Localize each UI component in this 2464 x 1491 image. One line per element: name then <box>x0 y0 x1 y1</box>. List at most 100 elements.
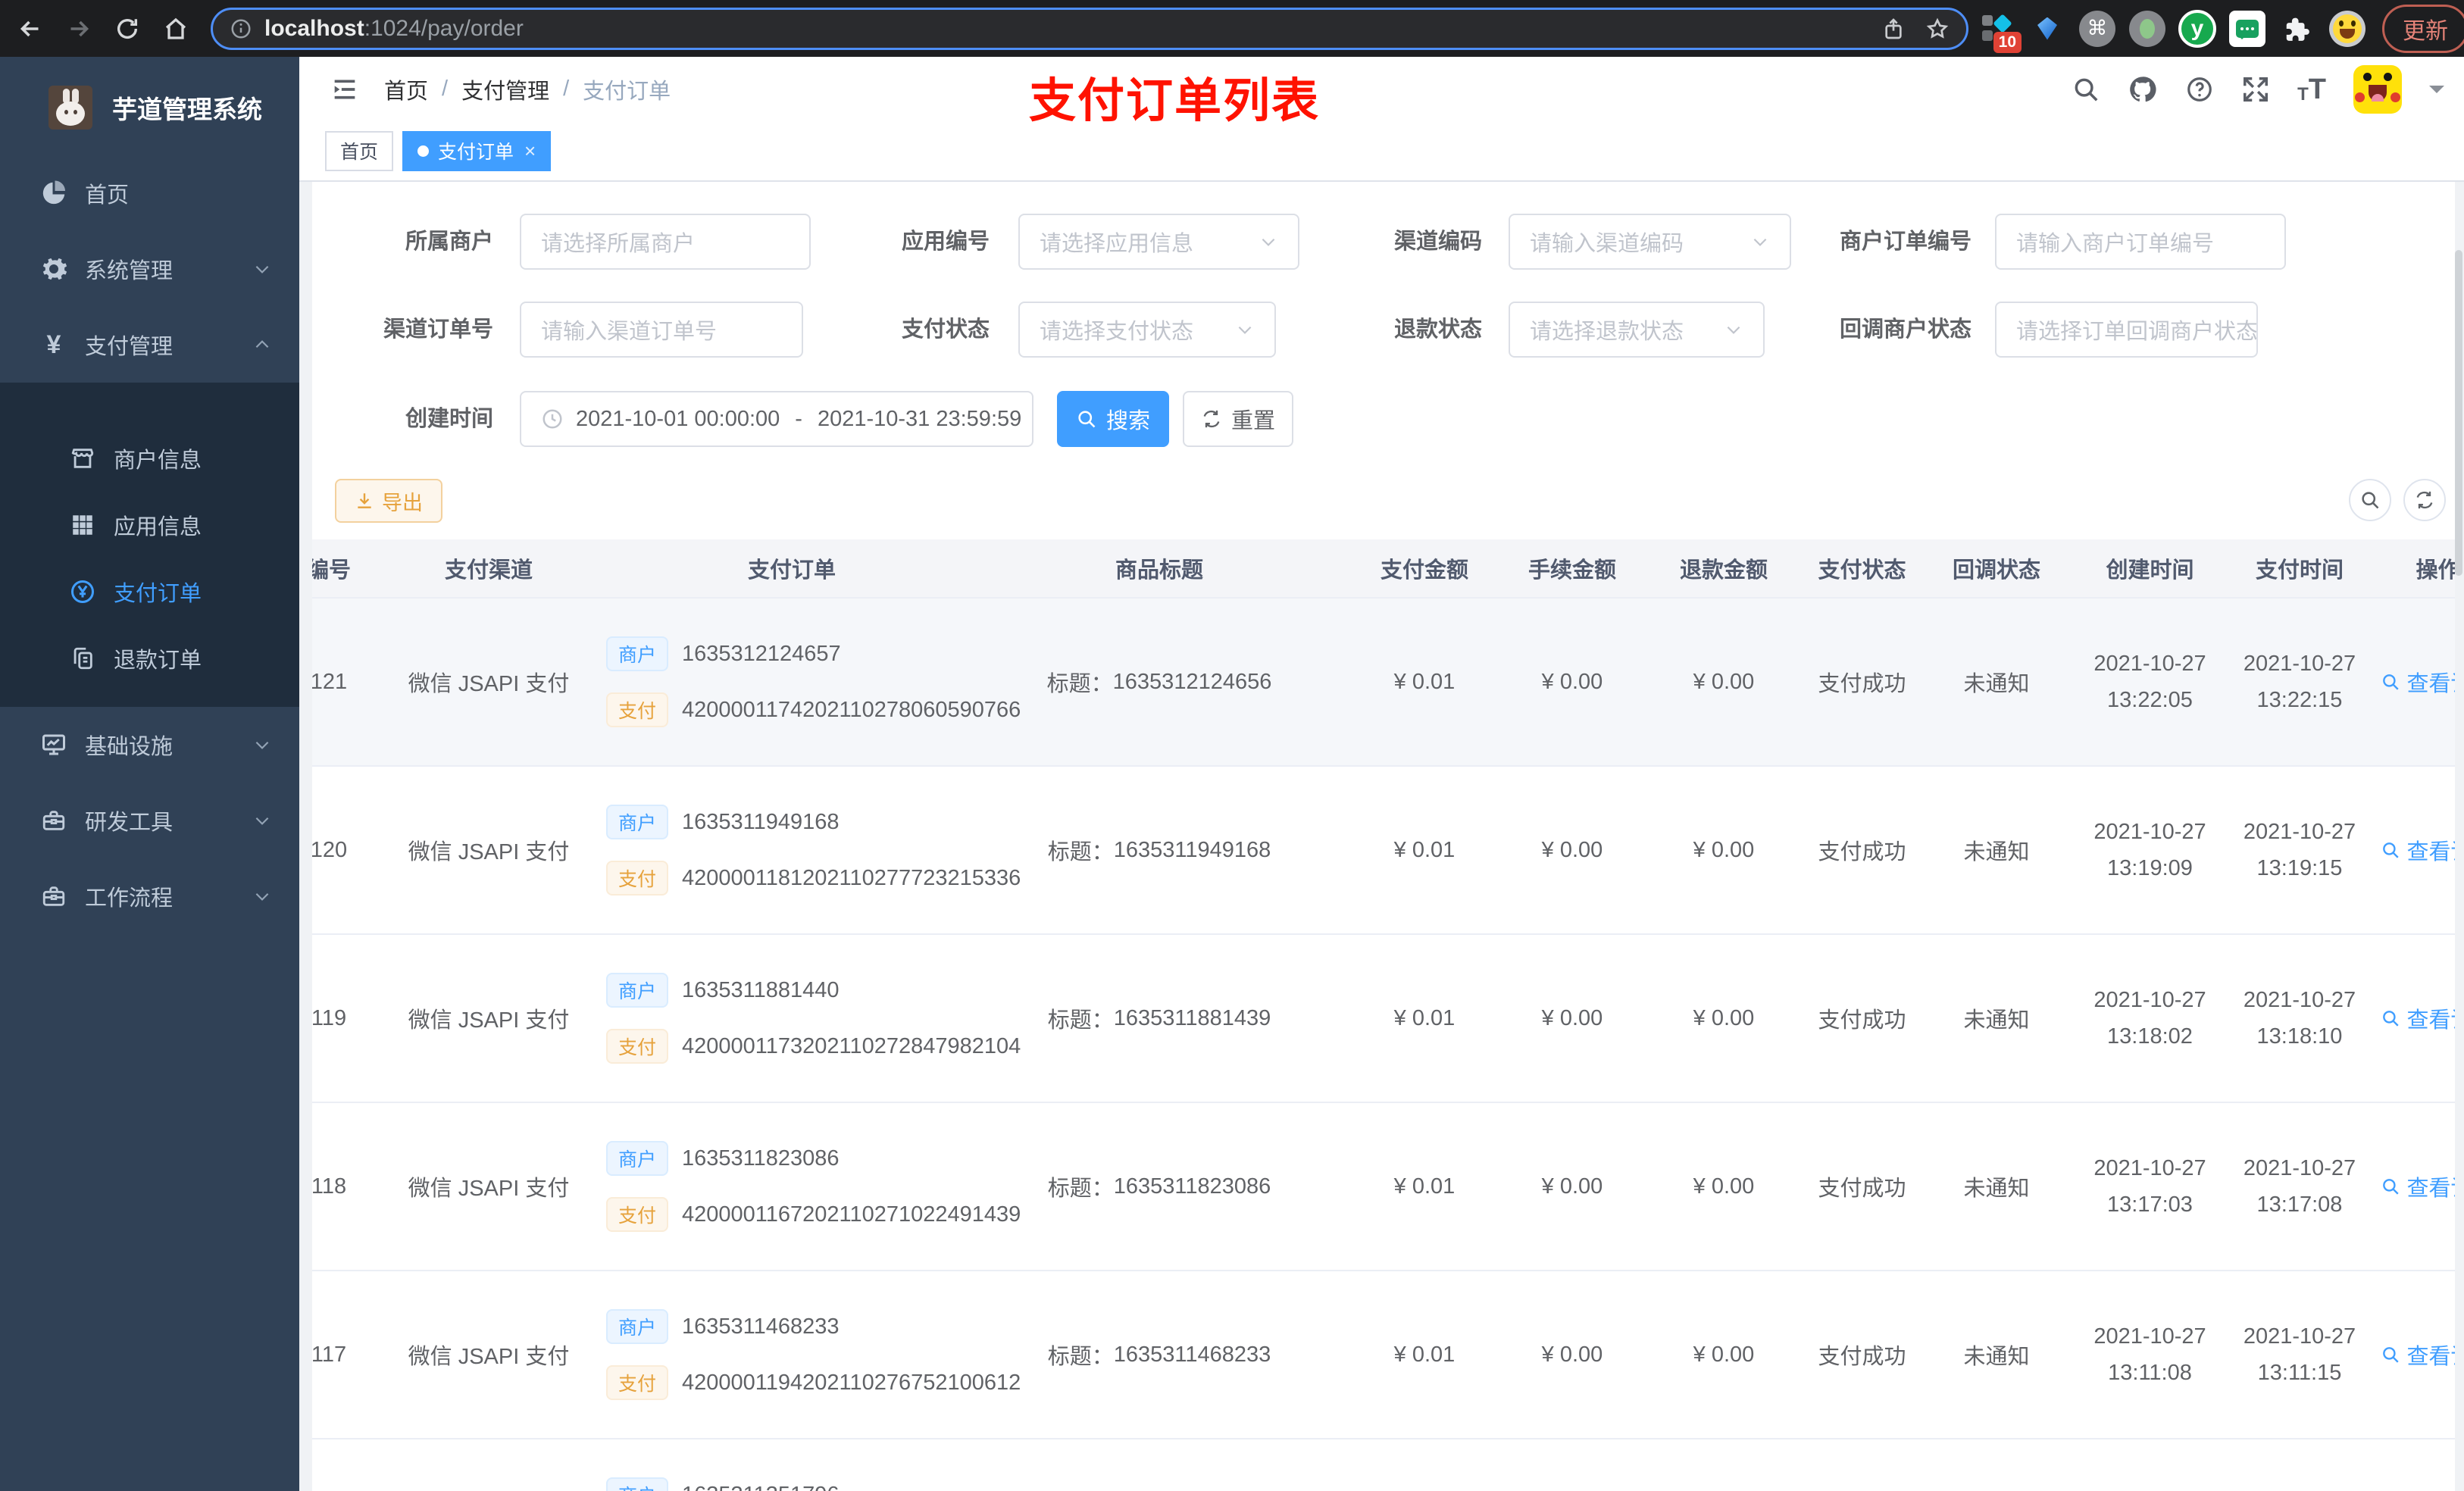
extension-dot-icon[interactable] <box>2126 8 2169 50</box>
table-header: 编号 支付渠道 支付订单 商品标题 支付金额 手续金额 退款金额 支付状态 回调状态 创建时间 支付… <box>312 539 2455 599</box>
active-dot <box>417 145 430 157</box>
chevron-down-icon <box>252 735 272 755</box>
filter-select[interactable]: 请选择支付状态 <box>1018 302 1276 358</box>
pay-order-cell: 商户1635311351796 支付 <box>606 1439 977 1491</box>
site-info-icon[interactable] <box>230 17 252 40</box>
sidebar-item-pay-order[interactable]: 支付订单 <box>0 558 299 625</box>
home-button[interactable] <box>158 11 194 47</box>
refund-amount: ¥ 0.00 <box>1693 669 1755 694</box>
date-start: 2021-10-01 00:00:00 <box>576 406 780 431</box>
sidebar-item-pay[interactable]: ¥ 支付管理 <box>0 307 299 383</box>
refresh-table-button[interactable] <box>2403 479 2446 521</box>
extension-command-icon[interactable]: ⌘ <box>2076 8 2118 50</box>
filter-select[interactable]: 请选择订单回调商户状态 <box>1995 302 2258 358</box>
bookmark-star-icon[interactable] <box>1925 17 1950 41</box>
pay-order-cell: 商户 1635311823086 支付 4200001167202110271022… <box>606 1103 1021 1270</box>
pay-order-cell: 商户 1635311949168 支付 4200001181202110277723… <box>606 767 1021 933</box>
scrollbar-thumb[interactable] <box>2455 250 2462 576</box>
fee-amount: ¥ 0.00 <box>1541 837 1603 862</box>
notify-status <box>1913 1439 2080 1491</box>
tab-pay-order[interactable]: 支付订单 × <box>402 130 552 171</box>
view-detail-link[interactable] <box>2379 1439 2455 1491</box>
tags-view-bar: 首页 支付订单 × <box>299 121 2464 182</box>
view-detail-link[interactable]: 查看详情 <box>2379 767 2455 933</box>
tab-home[interactable]: 首页 <box>325 130 394 171</box>
sidebar-item-merchant-info[interactable]: 商户信息 <box>0 425 299 492</box>
pay-tag: 支付 <box>606 861 669 896</box>
sidebar-item-infra[interactable]: 基础设施 <box>0 707 299 783</box>
sidebar-item-system[interactable]: 系统管理 <box>0 231 299 307</box>
app-logo-row[interactable]: 芋道管理系统 <box>0 57 299 146</box>
view-detail-link[interactable]: 查看详情 <box>2379 599 2455 765</box>
reload-button[interactable] <box>109 11 145 47</box>
yen-icon: ¥ <box>46 330 61 359</box>
order-id <box>312 1439 371 1491</box>
forward-button[interactable] <box>61 11 97 47</box>
sidebar-item-app-info[interactable]: 应用信息 <box>0 492 299 558</box>
table-row[interactable]: 121 微信 JSAPI 支付 商户 1635312124657 支付 420000… <box>312 599 2455 767</box>
filter-input[interactable]: 请选择所属商户 <box>520 214 811 270</box>
sidebar-item-workflow[interactable]: 工作流程 <box>0 858 299 934</box>
filter-select[interactable]: 请选择应用信息 <box>1018 214 1299 270</box>
avatar-caret-icon[interactable] <box>2429 85 2444 101</box>
user-avatar[interactable] <box>2353 64 2402 114</box>
profile-avatar-icon[interactable] <box>2326 8 2369 50</box>
extensions-puzzle-icon[interactable] <box>2276 8 2319 50</box>
extension-gem-icon[interactable] <box>2026 8 2068 50</box>
table-row[interactable]: 117 微信 JSAPI 支付 商户 1635311468233 支付 420000… <box>312 1271 2455 1439</box>
sidebar-item-devtools[interactable]: 研发工具 <box>0 783 299 858</box>
sidebar-toggle-icon[interactable] <box>330 74 360 105</box>
table-row[interactable]: 119 微信 JSAPI 支付 商户 1635311881440 支付 420000… <box>312 935 2455 1103</box>
refund-amount <box>1637 1439 1811 1491</box>
filter-input[interactable]: 请输入商户订单编号 <box>1995 214 2286 270</box>
table-row[interactable]: 商户1635311351796 支付 <box>312 1439 2455 1491</box>
order-id: 119 <box>312 1005 347 1030</box>
share-icon[interactable] <box>1881 17 1906 41</box>
view-detail-link[interactable]: 查看详情 <box>2379 1103 2455 1270</box>
chevron-down-icon <box>252 259 272 279</box>
filter-select[interactable]: 请选择退款状态 <box>1509 302 1765 358</box>
extension-y-icon[interactable]: y <box>2176 8 2219 50</box>
app-title: 芋道管理系统 <box>112 95 262 123</box>
search-button[interactable]: 搜索 <box>1057 391 1169 447</box>
view-detail-link[interactable]: 查看详情 <box>2379 935 2455 1102</box>
help-icon[interactable] <box>2185 75 2214 104</box>
view-detail-link[interactable]: 查看详情 <box>2379 1271 2455 1438</box>
url-text: localhost:1024/pay/order <box>264 15 524 41</box>
reset-button[interactable]: 重置 <box>1183 391 1293 447</box>
back-button[interactable] <box>12 11 48 47</box>
yen-circle-icon <box>67 578 98 605</box>
export-button[interactable]: 导出 <box>335 479 442 523</box>
breadcrumb-home[interactable]: 首页 <box>384 73 428 105</box>
column-header: 手续金额 <box>1527 558 1616 583</box>
table-body: 121 微信 JSAPI 支付 商户 1635312124657 支付 420000… <box>312 599 2455 1491</box>
refund-amount: ¥ 0.00 <box>1693 1342 1755 1367</box>
notify-status: 未通知 <box>1963 1177 2030 1201</box>
update-button[interactable]: 更新 <box>2382 4 2464 53</box>
filter-select[interactable]: 请输入渠道编码 <box>1509 214 1791 270</box>
navbar-actions: TT <box>2072 57 2444 121</box>
github-icon[interactable] <box>2128 74 2158 105</box>
chevron-down-icon <box>1724 320 1743 339</box>
url-bar[interactable]: localhost:1024/pay/order <box>211 7 1968 50</box>
table-row[interactable]: 118 微信 JSAPI 支付 商户 1635311823086 支付 420000… <box>312 1103 2455 1271</box>
table-row[interactable]: 120 微信 JSAPI 支付 商户 1635311949168 支付 420000… <box>312 767 2455 935</box>
sidebar-item-home[interactable]: 首页 <box>0 155 299 231</box>
dashboard-icon <box>38 180 70 207</box>
fullscreen-icon[interactable] <box>2241 75 2270 104</box>
font-size-icon[interactable]: TT <box>2297 75 2326 104</box>
extension-grid-icon[interactable]: 10 <box>1976 8 2022 53</box>
sidebar-item-refund-order[interactable]: 退款订单 <box>0 625 299 692</box>
pay-tag: 支付 <box>606 1029 669 1064</box>
filter-label: 应用编号 <box>901 230 990 254</box>
search-icon[interactable] <box>2072 75 2100 104</box>
monitor-icon <box>38 731 70 758</box>
extension-chat-icon[interactable] <box>2226 8 2269 50</box>
date-range-input[interactable]: 2021-10-01 00:00:00 - 2021-10-31 23:59:5… <box>520 391 1033 447</box>
order-id: 117 <box>312 1342 347 1367</box>
filter-input[interactable]: 请输入渠道订单号 <box>520 302 803 358</box>
toggle-search-button[interactable] <box>2349 479 2391 521</box>
merchant-order-no: 1635311823086 <box>682 1146 840 1171</box>
close-icon[interactable]: × <box>524 139 536 163</box>
breadcrumb-pay-manage[interactable]: 支付管理 <box>461 73 549 105</box>
